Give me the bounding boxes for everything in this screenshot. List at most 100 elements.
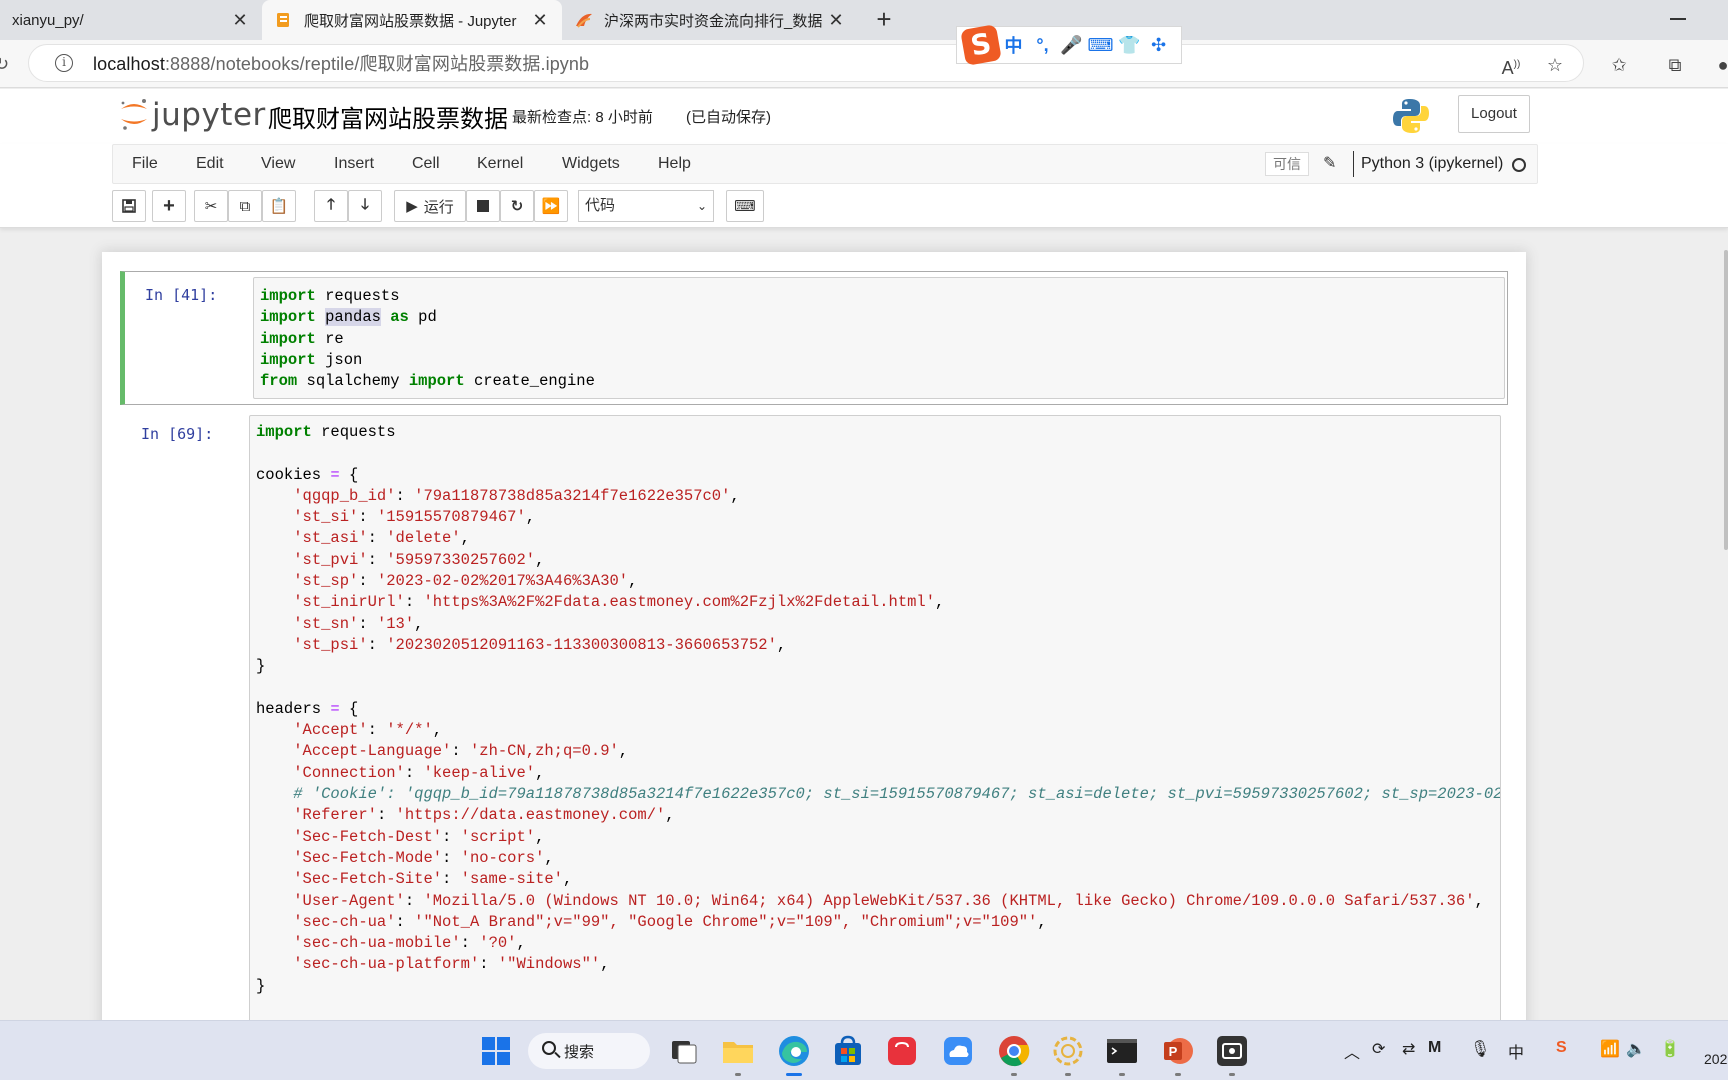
tab-xianyu[interactable]: xianyu_py/ ✕ — [0, 0, 262, 40]
profile-icon[interactable]: ● — [1712, 54, 1728, 76]
interrupt-button[interactable] — [466, 190, 500, 222]
run-button[interactable]: ▶ 运行 — [394, 190, 466, 222]
taskbar-search[interactable]: 搜索 — [528, 1033, 650, 1069]
jupyter-logo-text: jupyter — [152, 97, 266, 133]
command-palette-button[interactable]: ⌨ — [726, 190, 764, 222]
windows-taskbar: 搜索 P ︿ ⟳ ⇄ M 🎙 中 S 📶 🔈 🔋 202 — [0, 1020, 1728, 1080]
edit-pencil-icon[interactable]: ✎ — [1323, 153, 1336, 173]
task-view-icon[interactable] — [666, 1033, 702, 1069]
code-input[interactable]: import requests import pandas as pd impo… — [253, 277, 1505, 399]
code-cell[interactable]: In [41]: import requests import pandas a… — [120, 271, 1508, 405]
move-down-button[interactable]: 🡓 — [348, 190, 382, 222]
kernel-separator — [1353, 151, 1354, 177]
ime-keyboard-icon[interactable]: ⌨ — [1086, 35, 1115, 56]
menu-help[interactable]: Help — [658, 155, 691, 173]
reload-icon[interactable]: ↻ — [0, 54, 9, 75]
app-running-indicator — [1065, 1073, 1071, 1076]
chrome-icon[interactable] — [996, 1033, 1032, 1069]
scissors-icon: ✂ — [204, 198, 218, 215]
code-cell[interactable]: In [69]: import requests cookies = { 'qg… — [120, 412, 1508, 1042]
ms-store-icon[interactable] — [830, 1033, 866, 1069]
sogou-logo-icon[interactable]: S — [960, 24, 1002, 66]
menu-edit[interactable]: Edit — [196, 155, 224, 173]
cell-type-select[interactable]: 代码 ⌄ — [578, 190, 714, 222]
kernel-name[interactable]: Python 3 (ipykernel) — [1361, 155, 1503, 173]
ime-skin-icon[interactable]: 👕 — [1115, 35, 1144, 56]
autosave-status: (已自动保存) — [686, 109, 771, 126]
jupyter-logo[interactable]: jupyter — [118, 95, 268, 135]
insert-cell-button[interactable]: + — [152, 190, 186, 222]
menu-widgets[interactable]: Widgets — [562, 155, 620, 173]
cloud-icon[interactable] — [940, 1033, 976, 1069]
menu-kernel[interactable]: Kernel — [477, 155, 523, 173]
paste-button[interactable]: 📋 — [262, 190, 296, 222]
read-aloud-icon[interactable]: A)) — [1500, 54, 1522, 78]
tab-title: 沪深两市实时资金流向排行_数据 — [604, 12, 823, 30]
tray-app-icon[interactable]: M — [1428, 1039, 1441, 1057]
tray-battery-icon[interactable]: 🔋 — [1660, 1039, 1680, 1059]
tab-close-icon[interactable]: ✕ — [826, 10, 846, 31]
powerpoint-icon[interactable]: P — [1160, 1033, 1196, 1069]
minimize-icon[interactable] — [1670, 18, 1686, 20]
tray-overflow-chevron-icon[interactable]: ︿ — [1344, 1039, 1360, 1063]
logout-button[interactable]: Logout — [1458, 95, 1530, 133]
menu-insert[interactable]: Insert — [334, 155, 374, 173]
jupyter-header: jupyter 爬取财富网站股票数据 最新检查点: 8 小时前 (已自动保存) … — [0, 89, 1728, 144]
cut-button[interactable]: ✂ — [194, 190, 228, 222]
terminal-icon[interactable] — [1104, 1033, 1140, 1069]
eastmoney-icon — [574, 11, 592, 29]
menu-view[interactable]: View — [261, 155, 295, 173]
new-tab-icon[interactable]: + — [868, 4, 900, 36]
menubar: File Edit View Insert Cell Kernel Widget… — [112, 144, 1538, 184]
tray-microphone-icon[interactable]: 🎙 — [1470, 1039, 1490, 1059]
screen-capture-icon[interactable] — [1214, 1033, 1250, 1069]
arrow-up-icon: 🡑 — [327, 195, 335, 213]
restart-run-all-button[interactable]: ⏩ — [534, 190, 568, 222]
tray-wifi-icon[interactable]: 📶 — [1600, 1039, 1620, 1059]
anaconda-icon[interactable] — [1050, 1033, 1086, 1069]
save-button[interactable] — [112, 190, 146, 222]
code-input[interactable]: import requests cookies = { 'qgqp_b_id':… — [249, 415, 1501, 1042]
stop-icon — [477, 200, 489, 212]
huawei-appgallery-icon[interactable] — [884, 1033, 920, 1069]
search-label: 搜索 — [564, 1043, 595, 1061]
tab-jupyter-notebook[interactable]: 爬取财富网站股票数据 - Jupyter ✕ — [262, 0, 562, 40]
keyboard-icon: ⌨ — [734, 198, 756, 215]
tab-close-icon[interactable]: ✕ — [230, 10, 250, 31]
tab-title: xianyu_py/ — [12, 11, 84, 29]
tray-sync-icon[interactable]: ⟳ — [1372, 1039, 1385, 1059]
trusted-badge[interactable]: 可信 — [1265, 152, 1309, 176]
favorites-icon[interactable]: ✩ — [1608, 54, 1630, 76]
tray-ime-icon[interactable]: 中 — [1508, 1039, 1524, 1063]
move-up-button[interactable]: 🡑 — [314, 190, 348, 222]
menu-cell[interactable]: Cell — [412, 155, 440, 173]
ime-chinese-mode[interactable]: 中 — [999, 32, 1028, 58]
url-host: localhost — [93, 54, 165, 74]
ime-punctuation-icon[interactable]: °, — [1028, 35, 1057, 56]
app-running-indicator — [1229, 1073, 1235, 1076]
page-scrollbar[interactable] — [1724, 250, 1728, 550]
tray-sogou-icon[interactable]: S — [1556, 1039, 1567, 1057]
edge-browser-icon[interactable] — [776, 1033, 812, 1069]
menu-file[interactable]: File — [132, 155, 158, 173]
tray-volume-icon[interactable]: 🔈 — [1626, 1039, 1646, 1059]
address-bar[interactable]: i localhost:8888/notebooks/reptile/爬取财富网… — [28, 44, 1584, 82]
ime-voice-icon[interactable]: 🎤 — [1057, 35, 1086, 56]
tab-eastmoney[interactable]: 沪深两市实时资金流向排行_数据 ✕ — [562, 0, 858, 40]
file-explorer-icon[interactable] — [720, 1033, 756, 1069]
start-windows-icon[interactable] — [478, 1033, 514, 1069]
info-icon[interactable]: i — [55, 54, 73, 72]
add-favorite-icon[interactable]: ☆ — [1544, 54, 1566, 76]
paste-icon: 📋 — [269, 198, 289, 215]
url-path: :8888/notebooks/reptile/爬取财富网站股票数据.ipynb — [164, 54, 590, 74]
restart-button[interactable]: ↻ — [500, 190, 534, 222]
tray-settings-icon[interactable]: ⇄ — [1402, 1039, 1415, 1059]
clock-date-partial[interactable]: 202 — [1704, 1051, 1727, 1067]
copy-button[interactable]: ⧉ — [228, 190, 262, 222]
app-running-indicator — [1011, 1073, 1017, 1076]
tab-title: 爬取财富网站股票数据 - Jupyter — [304, 12, 517, 30]
collections-icon[interactable]: ⧉ — [1664, 54, 1686, 76]
tab-close-icon[interactable]: ✕ — [530, 10, 550, 31]
notebook-name[interactable]: 爬取财富网站股票数据 — [268, 99, 508, 134]
ime-toolbox-icon[interactable]: ✣ — [1144, 35, 1173, 56]
